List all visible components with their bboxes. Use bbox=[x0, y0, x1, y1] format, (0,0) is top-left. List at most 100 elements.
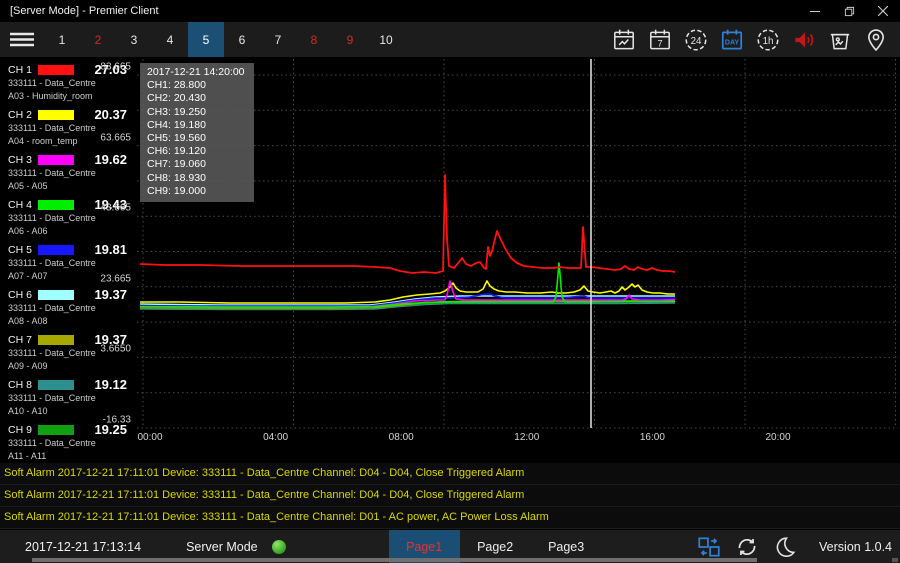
toolbar-tab-10[interactable]: 10 bbox=[368, 22, 404, 57]
tooltip-channel-value: CH2: 20.430 bbox=[147, 92, 247, 105]
y-axis-tick-label: 83.665 bbox=[87, 62, 131, 73]
svg-text:1h: 1h bbox=[763, 35, 774, 46]
channel-color-swatch bbox=[38, 380, 74, 390]
toolbar-tab-2[interactable]: 2 bbox=[80, 22, 116, 57]
channel-row[interactable]: CH 8 19.12 333111 - Data_Centre A10 - A1… bbox=[0, 375, 133, 420]
channel-device: 333111 - Data_Centre bbox=[8, 77, 133, 90]
sync-icon[interactable] bbox=[728, 532, 766, 562]
channel-device: 333111 - Data_Centre bbox=[8, 212, 133, 225]
toolbar-tab-4[interactable]: 4 bbox=[152, 22, 188, 57]
channel-color-swatch bbox=[38, 65, 74, 75]
toolbar-icons: 7 24DAY 1h bbox=[606, 22, 900, 57]
page-tab-strip: 12345678910 bbox=[44, 22, 404, 57]
toolbar-tab-1[interactable]: 1 bbox=[44, 22, 80, 57]
channel-current-value: 19.81 bbox=[94, 242, 133, 257]
hamburger-icon bbox=[10, 32, 34, 47]
sound-alarm-icon[interactable] bbox=[786, 25, 822, 55]
toolbar-tab-7[interactable]: 7 bbox=[260, 22, 296, 57]
x-axis-tick-label: 08:00 bbox=[379, 432, 423, 443]
channel-device: 333111 - Data_Centre bbox=[8, 392, 133, 405]
channel-current-value: 20.37 bbox=[94, 107, 133, 122]
restore-icon bbox=[844, 6, 855, 17]
statusbar-icons bbox=[690, 532, 804, 562]
channel-panel: CH 1 27.03 333111 - Data_Centre A03 - Hu… bbox=[0, 60, 133, 465]
channel-point: A08 - A08 bbox=[8, 315, 133, 328]
channel-color-swatch bbox=[38, 245, 74, 255]
location-icon[interactable] bbox=[858, 25, 894, 55]
channel-id: CH 1 bbox=[8, 64, 38, 76]
toolbar-tab-6[interactable]: 6 bbox=[224, 22, 260, 57]
channel-current-value: 19.62 bbox=[94, 152, 133, 167]
channel-row[interactable]: CH 2 20.37 333111 - Data_Centre A04 - ro… bbox=[0, 105, 133, 150]
version-label: Version 1.0.4 bbox=[804, 540, 892, 554]
channel-id: CH 8 bbox=[8, 379, 38, 391]
tooltip-channel-value: CH8: 18.930 bbox=[147, 172, 247, 185]
day-calendar-icon[interactable]: DAY bbox=[714, 25, 750, 55]
report-calendar-icon[interactable] bbox=[606, 25, 642, 55]
channel-id: CH 6 bbox=[8, 289, 38, 301]
tooltip-channel-value: CH3: 19.250 bbox=[147, 106, 247, 119]
channel-point: A06 - A06 bbox=[8, 225, 133, 238]
alarm-row[interactable]: Soft Alarm 2017-12-21 17:11:01 Device: 3… bbox=[0, 507, 900, 529]
tooltip-channel-value: CH7: 19.060 bbox=[147, 158, 247, 171]
connection-led bbox=[272, 540, 286, 554]
toolbar-tab-5[interactable]: 5 bbox=[188, 22, 224, 57]
resize-grip[interactable] bbox=[892, 558, 898, 562]
window-title: [Server Mode] - Premier Client bbox=[0, 5, 798, 17]
hours-24-icon[interactable]: 24 bbox=[678, 25, 714, 55]
snapshot-icon[interactable] bbox=[822, 25, 858, 55]
y-axis-tick-label: -16.33 bbox=[87, 415, 131, 426]
channel-row[interactable]: CH 6 19.37 333111 - Data_Centre A08 - A0… bbox=[0, 285, 133, 330]
x-axis-tick-label: 04:00 bbox=[254, 432, 298, 443]
trend-area[interactable]: CH 1 27.03 333111 - Data_Centre A03 - Hu… bbox=[0, 57, 900, 463]
channel-id: CH 3 bbox=[8, 154, 38, 166]
svg-text:7: 7 bbox=[657, 38, 662, 48]
alarm-row[interactable]: Soft Alarm 2017-12-21 17:11:01 Device: 3… bbox=[0, 485, 900, 507]
channel-point: A05 - A05 bbox=[8, 180, 133, 193]
tooltip-channel-value: CH5: 19.560 bbox=[147, 132, 247, 145]
channel-device: 333111 - Data_Centre bbox=[8, 437, 133, 450]
tooltip-channel-value: CH6: 19.120 bbox=[147, 145, 247, 158]
cursor-tooltip: 2017-12-21 14:20:00CH1: 28.800CH2: 20.43… bbox=[140, 63, 254, 202]
y-axis-tick-label: 43.665 bbox=[87, 203, 131, 214]
y-axis-tick-label: 3.6650 bbox=[87, 344, 131, 355]
trend-chart[interactable] bbox=[0, 57, 900, 463]
channel-row[interactable]: CH 9 19.25 333111 - Data_Centre A11 - A1… bbox=[0, 420, 133, 465]
tooltip-channel-value: CH9: 19.000 bbox=[147, 185, 247, 198]
channel-id: CH 7 bbox=[8, 334, 38, 346]
minimize-button[interactable] bbox=[798, 0, 832, 22]
maximize-button[interactable] bbox=[832, 0, 866, 22]
toolbar-tab-3[interactable]: 3 bbox=[116, 22, 152, 57]
x-axis-tick-label: 12:00 bbox=[505, 432, 549, 443]
channel-color-swatch bbox=[38, 335, 74, 345]
menu-button[interactable] bbox=[0, 22, 44, 57]
channel-point: A11 - A11 bbox=[8, 450, 133, 463]
tooltip-channel-value: CH1: 28.800 bbox=[147, 79, 247, 92]
channel-color-swatch bbox=[38, 200, 74, 210]
channel-current-value: 19.37 bbox=[94, 287, 133, 302]
toolbar-tab-8[interactable]: 8 bbox=[296, 22, 332, 57]
x-axis-tick-label: 20:00 bbox=[756, 432, 800, 443]
tooltip-channel-value: CH4: 19.180 bbox=[147, 119, 247, 132]
channel-id: CH 2 bbox=[8, 109, 38, 121]
channel-id: CH 5 bbox=[8, 244, 38, 256]
channel-point: A09 - A09 bbox=[8, 360, 133, 373]
main-toolbar: 12345678910 724DAY1h bbox=[0, 22, 900, 57]
y-axis-tick-label: 63.665 bbox=[87, 132, 131, 143]
channel-id: CH 4 bbox=[8, 199, 38, 211]
layout-switch-icon[interactable] bbox=[690, 532, 728, 562]
channel-row[interactable]: CH 3 19.62 333111 - Data_Centre A05 - A0… bbox=[0, 150, 133, 195]
week-calendar-icon[interactable]: 7 bbox=[642, 25, 678, 55]
channel-current-value: 19.12 bbox=[94, 377, 133, 392]
hour-1-icon[interactable]: 1h bbox=[750, 25, 786, 55]
alarm-row[interactable]: Soft Alarm 2017-12-21 17:11:01 Device: 3… bbox=[0, 463, 900, 485]
horizontal-scrollbar-thumb[interactable] bbox=[32, 558, 757, 562]
toolbar-tab-9[interactable]: 9 bbox=[332, 22, 368, 57]
y-axis-tick-label: 23.665 bbox=[87, 273, 131, 284]
close-button[interactable] bbox=[866, 0, 900, 22]
title-bar: [Server Mode] - Premier Client bbox=[0, 0, 900, 22]
status-clock: 2017-12-21 17:13:14 bbox=[25, 540, 141, 554]
night-mode-icon[interactable] bbox=[766, 532, 804, 562]
channel-color-swatch bbox=[38, 425, 74, 435]
channel-device: 333111 - Data_Centre bbox=[8, 257, 133, 270]
